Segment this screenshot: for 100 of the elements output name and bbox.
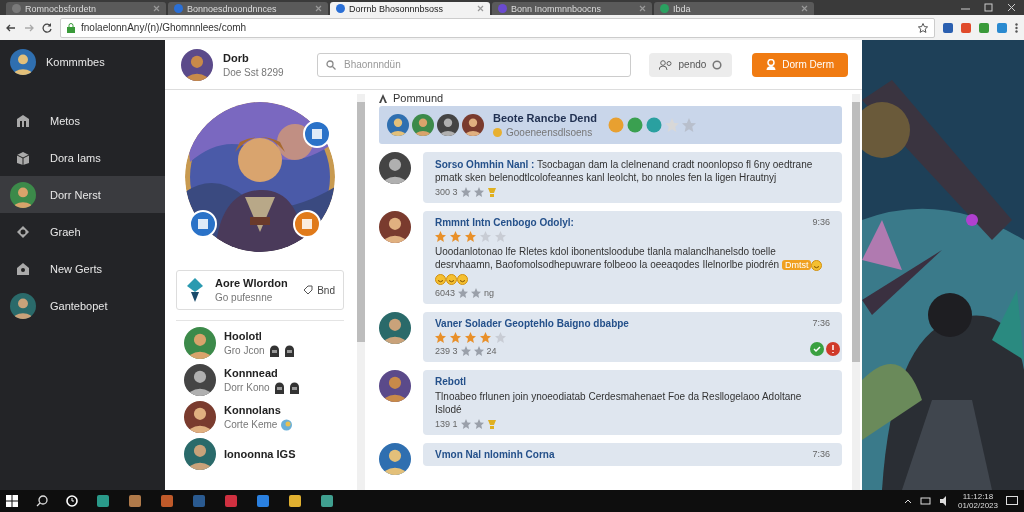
comment-author: Rebotl [435,376,468,387]
star [465,332,476,343]
avatar [184,401,216,433]
comment-author: Vaner Solader Geoptehlo Baigno dbabpe [435,318,629,329]
search-field[interactable]: Bhaonnndün [317,52,631,77]
star-icon[interactable] [918,22,928,33]
avatar [181,48,213,81]
browser-tab[interactable]: Bonnoesdnoondnnces [168,2,328,15]
app-icon[interactable] [96,494,110,508]
friend-item[interactable]: Ionoonna IGS [184,438,344,470]
user-icon [766,59,777,70]
group-subtitle: Gooeneensdlsoens [506,127,593,138]
refresh-icon [712,59,723,70]
app-icon[interactable] [160,494,174,508]
browser-tab[interactable]: Dorrnb Bhosonnnbsoss [330,2,490,15]
comment-text: Tlnoabeo frlunen join ynoeodiatab Cerdesmahenaet Foe da Resllogelaoo Adoltane Islodé [435,390,803,416]
avatar [10,292,36,319]
avatar [379,312,411,344]
browser-tab[interactable]: Ibda [654,2,814,15]
avatar [462,114,484,136]
comment-stats: 139 1 [435,419,458,429]
group-card[interactable]: Beote Rancbe Dend Gooeneensdlsoens [379,106,842,144]
smiley-icon [811,259,823,271]
clock[interactable]: 11:12:18 01/02/2023 [957,492,998,510]
star-icon [473,187,484,197]
comment-time: 7:36 [812,318,830,329]
avatar [379,370,411,402]
star-icon [473,346,484,356]
friend-item[interactable]: Konnolans Corte Keme [184,401,344,433]
sidebar-item[interactable]: Dora Iams [0,139,165,176]
friend-name: Konnolans [224,403,282,416]
friend-status: Gro Jcon [224,345,265,356]
star [495,231,506,242]
app-icon[interactable] [128,494,142,508]
avatar [184,438,216,470]
menu-icon[interactable] [1015,22,1018,33]
diamond-icon [16,224,30,239]
browser-tab[interactable]: Romnocbsfordetn [6,2,166,15]
network-icon[interactable] [919,496,931,506]
sidebar-item[interactable]: Metos [0,102,165,139]
avatar [379,152,411,184]
star [465,231,476,242]
search-icon[interactable] [36,495,48,507]
star-icon [473,419,484,429]
maximize-icon[interactable] [984,3,993,12]
windows-icon[interactable] [6,495,18,507]
figure-icon [185,278,205,302]
avatar [184,327,216,359]
avatar [437,114,459,136]
trophy-icon [486,187,497,197]
sidebar-item[interactable]: New Gerts [0,250,165,287]
sidebar-item[interactable]: Dorr Nerst [0,176,165,213]
star [435,332,446,343]
search-input[interactable]: Bhaonnndün [342,58,622,71]
person-icon [379,93,387,103]
close-icon[interactable] [1007,3,1016,12]
app-icon[interactable] [256,494,270,508]
group-title: Beote Rancbe Dend [493,112,597,124]
comment-stats: 6043 [435,288,456,298]
friend-name: Hoolotl [224,329,263,342]
edit-link[interactable]: Bnd [303,284,335,296]
friend-item[interactable]: Hoolotl Gro Jcon [184,327,344,359]
extension-icon[interactable] [997,22,1007,33]
house-icon [16,261,30,276]
clock-icon[interactable] [66,495,78,507]
box-icon [16,150,30,165]
section-title: Pommund [393,92,444,104]
alert-icon[interactable] [826,342,840,356]
search-icon [326,59,336,70]
caret-icon[interactable] [903,498,912,504]
friend-item[interactable]: Konnnead Dorr Kono [184,364,344,396]
star-icon [681,118,696,132]
browser-tab[interactable]: Bonn Inommnnboocns [492,2,652,15]
reload-icon[interactable] [42,22,52,33]
app-icon[interactable] [288,494,302,508]
sidebar-item[interactable]: Graeh [0,213,165,250]
extension-icon[interactable] [943,22,953,33]
avatar [10,49,36,75]
scrollbar[interactable] [357,94,365,490]
check-icon[interactable] [810,342,824,356]
extension-icon[interactable] [979,22,989,33]
secondary-button[interactable]: pendo [648,52,733,77]
sidebar-item[interactable]: Gantebopet [0,287,165,324]
back-icon[interactable] [6,22,16,33]
avatar [387,114,409,136]
lock-icon [67,22,75,33]
notification-icon[interactable] [1006,495,1018,507]
tag-icon [303,285,314,295]
users-icon [658,59,673,70]
star-icon [460,419,471,429]
address-field[interactable]: fnolaelonnAny/(n)/Ghomnnlees/comh [60,17,935,38]
star [480,332,491,343]
extension-icon[interactable] [961,22,971,33]
app-title: Kommmbes [46,56,105,68]
app-icon[interactable] [320,494,334,508]
comment-time: 9:36 [812,217,830,228]
user-status: Doe Sst 8299 [223,66,285,78]
friend-name: Konnnead [224,366,279,379]
scrollbar[interactable] [852,94,860,490]
star [450,332,461,343]
